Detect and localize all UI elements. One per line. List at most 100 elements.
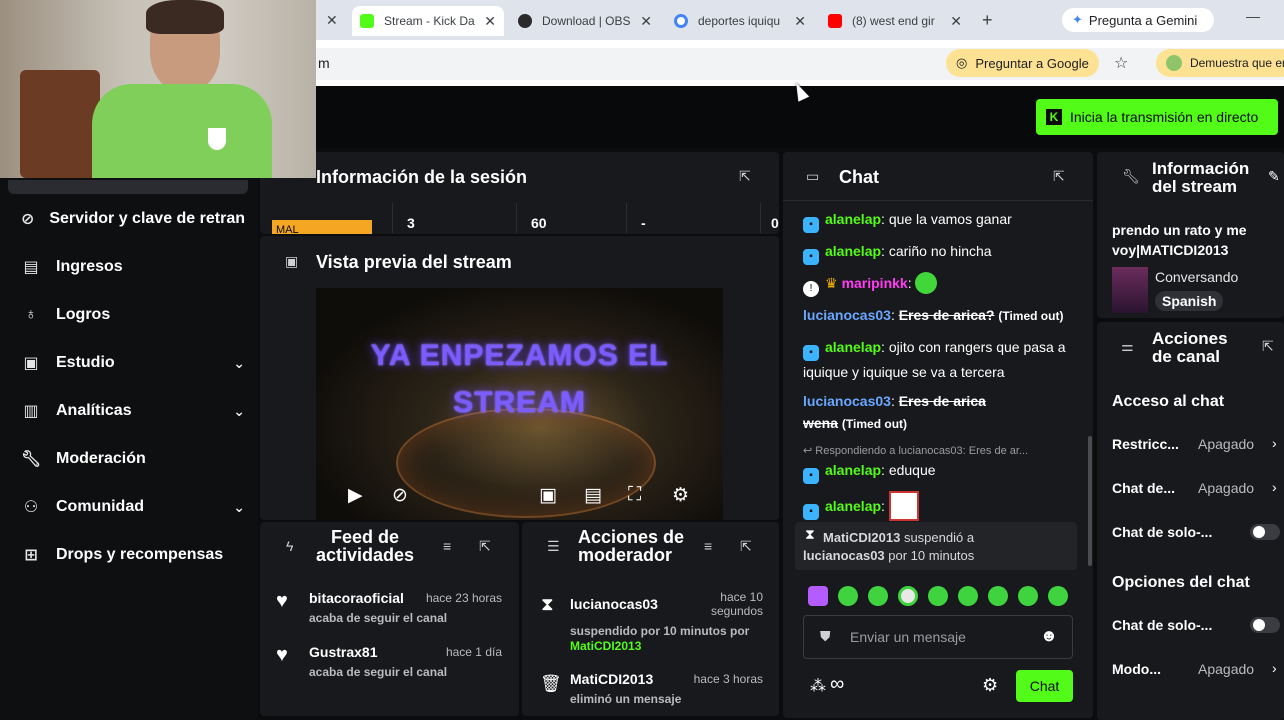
close-icon[interactable]: ✕ (950, 13, 962, 30)
emote-icon[interactable] (898, 586, 918, 606)
session-cell-subs: 0 (760, 203, 779, 233)
sidebar-item-logros[interactable]: ♁ Logros (20, 299, 245, 331)
sidebar-item-estudio[interactable]: ▣ Estudio ⌄ (20, 347, 245, 379)
chat-message: ! ♛ maripinkk: (803, 272, 1078, 297)
chat-settings-gear-icon[interactable]: ⚙ (982, 675, 998, 696)
restriction-option-label[interactable]: Restricc... (1112, 436, 1179, 452)
play-icon[interactable]: ▶ (348, 484, 363, 507)
chevron-right-icon[interactable]: › (1272, 660, 1277, 676)
chat-mode-option-label[interactable]: Chat de... (1112, 480, 1175, 496)
ask-google-button[interactable]: ◎ Preguntar a Google (946, 49, 1099, 77)
edit-pencil-icon[interactable]: ✎ (1268, 168, 1280, 185)
omnibox[interactable]: m (300, 48, 1284, 80)
new-tab-button[interactable]: + (982, 10, 993, 31)
popout-icon[interactable]: ⇱ (740, 538, 752, 555)
emoji-icon[interactable]: ☻ (1040, 626, 1058, 646)
chevron-down-icon[interactable]: ⌄ (233, 403, 245, 420)
mode-option-value[interactable]: Apagado (1198, 661, 1254, 677)
popout-icon[interactable]: ⇱ (479, 538, 491, 555)
subscriber-badge-icon: ▪ (803, 345, 819, 361)
tab-google-search[interactable]: deportes iquiqu ✕ (666, 6, 814, 36)
chat-message: ▪ alanelap: cariño no hincha (803, 240, 1078, 265)
session-cell-followers: - (626, 203, 760, 233)
sidebar-item-analiticas[interactable]: ▥ Analíticas ⌄ (20, 395, 245, 427)
subscriber-badge-icon: ▪ (803, 468, 819, 484)
filter-icon[interactable]: ≡ (443, 538, 451, 554)
sidebar-item-drops[interactable]: ⊞ Drops y recompensas (20, 539, 245, 571)
solo-chat-toggle-2[interactable] (1250, 617, 1280, 633)
fullscreen-icon[interactable]: ⛶ (628, 484, 641, 506)
mute-icon[interactable]: ⊘ (392, 484, 408, 507)
minimize-button[interactable]: — (1246, 8, 1260, 24)
close-icon[interactable]: ✕ (794, 13, 806, 30)
bookmark-star-icon[interactable]: ☆ (1114, 53, 1128, 73)
chat-mode-option-value[interactable]: Apagado (1198, 480, 1254, 496)
tab-kick-dashboard[interactable]: Stream - Kick Da ✕ (352, 6, 504, 36)
bolt-icon: ϟ (286, 538, 294, 554)
feed-item-name[interactable]: Gustrax81 (309, 644, 377, 660)
chat-message: lucianocas03: Eres de arica? (Timed out) (803, 307, 1064, 323)
restriction-option-value[interactable]: Apagado (1198, 436, 1254, 452)
sidebar-item-comunidad[interactable]: ⚇ Comunidad ⌄ (20, 491, 245, 523)
tab-close-button[interactable]: ✕ (326, 12, 338, 29)
sidebar-item-servidor[interactable]: ⊘ Servidor y clave de retran (20, 203, 245, 235)
chat-message: ▪ alanelap: (803, 491, 1078, 521)
popout-icon[interactable]: ⇱ (739, 168, 751, 185)
analytics-icon: ▥ (23, 403, 39, 420)
popout-icon[interactable]: ⇱ (1053, 168, 1065, 185)
kick-logo-icon: K (1046, 109, 1062, 125)
solo-chat-toggle[interactable] (1250, 524, 1280, 540)
emote-icon[interactable] (808, 586, 828, 606)
theater-mode-icon[interactable]: ▣ (539, 484, 557, 507)
chat-input[interactable]: ⛊ Enviar un mensaje ☻ (803, 615, 1073, 659)
promo-chip[interactable]: Demuestra que er (1156, 49, 1284, 77)
popout-icon[interactable]: ⇱ (1262, 338, 1274, 355)
tab-youtube[interactable]: (8) west end gir ✕ (820, 6, 970, 36)
reply-context[interactable]: ↩ Respondiendo a lucianocas03: Eres de a… (803, 444, 1028, 457)
sidebar-item-ingresos[interactable]: ▤ Ingresos (20, 251, 245, 283)
chevron-down-icon[interactable]: ⌄ (233, 499, 245, 516)
chat-options-heading: Opciones del chat (1112, 574, 1250, 591)
chevron-right-icon[interactable]: › (1272, 435, 1277, 451)
chat-points-icon[interactable]: ⁂ (810, 676, 826, 696)
gemini-sparkle-icon: ✦ (1072, 12, 1083, 27)
video-icon: ▣ (285, 253, 299, 269)
emote-icon[interactable] (1048, 586, 1068, 606)
language-tag[interactable]: Spanish (1155, 291, 1224, 311)
sidebar-item-moderacion[interactable]: 🔧︎ Moderación (20, 443, 245, 475)
chat-scrollbar[interactable] (1088, 436, 1092, 566)
chat-message: ▪ alanelap: eduque (803, 459, 1078, 484)
emote-icon[interactable] (838, 586, 858, 606)
emote-icon[interactable] (958, 586, 978, 606)
chevron-right-icon[interactable]: › (1272, 479, 1277, 495)
close-icon[interactable]: ✕ (484, 13, 496, 30)
emote-icon[interactable] (928, 586, 948, 606)
emote-icon[interactable] (988, 586, 1008, 606)
stream-info-title: Información del stream (1152, 159, 1250, 196)
category-label[interactable]: Conversando (1155, 269, 1238, 285)
clip-icon[interactable]: ▤ (584, 484, 602, 507)
webcam-person-hair (146, 0, 224, 34)
session-status-badge: MAL (272, 220, 372, 234)
filter-icon[interactable]: ≡ (704, 538, 712, 554)
emote-bar[interactable] (808, 586, 1078, 611)
feed-item-name[interactable]: bitacoraoficial (309, 590, 404, 606)
chevron-down-icon[interactable]: ⌄ (233, 355, 245, 372)
go-live-button[interactable]: K Inicia la transmisión en directo (1036, 99, 1278, 135)
mod-item-name[interactable]: MatiCDI2013 (570, 671, 653, 687)
gemini-button[interactable]: ✦ Pregunta a Gemini (1062, 8, 1214, 32)
emote-icon[interactable] (1018, 586, 1038, 606)
close-icon[interactable]: ✕ (640, 13, 652, 30)
settings-gear-icon[interactable]: ⚙ (672, 484, 689, 507)
category-thumbnail[interactable] (1112, 267, 1148, 313)
emote-icon[interactable] (868, 586, 888, 606)
webcam-overlay (0, 0, 316, 178)
gift-icon: ⊞ (24, 547, 38, 564)
film-icon: ▣ (23, 355, 39, 372)
mod-item-name[interactable]: lucianocas03 (570, 596, 658, 612)
tab-obs-download[interactable]: Download | OBS ✕ (510, 6, 660, 36)
send-chat-button[interactable]: Chat (1016, 670, 1073, 702)
mode-option-label[interactable]: Modo... (1112, 661, 1161, 677)
subscriber-badge-icon: ▪ (803, 504, 819, 520)
mod-item-by[interactable]: MatiCDI2013 (570, 639, 641, 653)
